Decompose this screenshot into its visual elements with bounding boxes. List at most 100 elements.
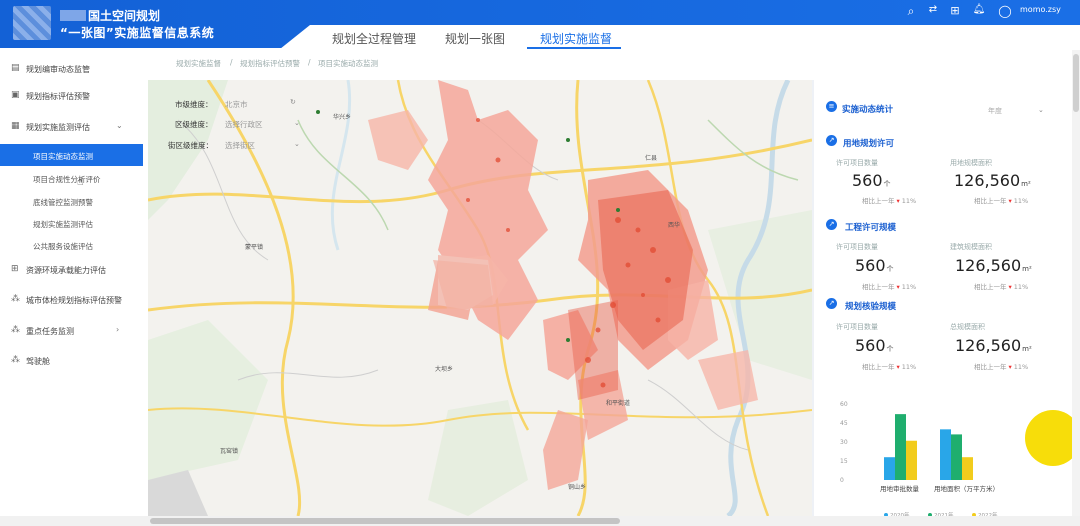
filter-block-select[interactable]: 选择街区 (225, 140, 255, 151)
app-window: 国土空间规划 “一张图”实施监督信息系统 ⌕ ⇄ ⊞ 🔔︎ ◯ momo.zsy… (0, 0, 1080, 526)
active-tab-indicator (527, 47, 621, 49)
year-select[interactable]: 年度 (988, 106, 1002, 116)
section-title: 工程许可规模 (845, 223, 897, 233)
nodes-icon: ⁂ (11, 325, 20, 335)
chart-bar (895, 414, 906, 480)
vertical-scrollbar[interactable] (1072, 50, 1080, 516)
stat-trend: 相比上一年 ▾ 11% (974, 283, 1029, 291)
map-place-label: 瓦窑镇 (220, 448, 239, 455)
map-place-label: 蒙平镇 (245, 244, 264, 251)
sidebar-subitem-public-service[interactable]: 公共服务设施评估 (0, 234, 143, 256)
chart-bar (962, 457, 973, 480)
filter-block-label: 街区级维度： (168, 141, 213, 150)
grid-icon[interactable]: ⊞ (948, 4, 962, 17)
stat-trend: 相比上一年 ▾ 11% (974, 363, 1029, 371)
map-view[interactable]: 蒙平镇 大坝乡 瓦窑镇 和平街道 仁县 西华 铜山乡 华兴乡 市级维度： 北京市… (148, 80, 812, 516)
stat-trend: 相比上一年 ▾ 11% (974, 197, 1029, 205)
scrollbar-thumb[interactable] (1073, 54, 1079, 112)
chevron-down-icon: ⌄ (116, 121, 123, 130)
horizontal-scrollbar[interactable] (0, 516, 1080, 526)
sidebar-subitem-project-dynamic[interactable]: 项目实施动态监测 (0, 144, 143, 166)
sidebar: ▤ 规划编审动态监管 ▣ 规划指标评估预警 ▦ 规划实施监测评估 ⌄ 项目实施动… (0, 50, 146, 526)
chevron-down-icon: ⌄ (294, 140, 300, 148)
system-title-line1: 国土空间规划 (60, 7, 160, 24)
chevron-down-icon: ⌄ (1038, 106, 1044, 114)
folder-icon: ▦ (11, 121, 20, 131)
tab-full-process[interactable]: 规划全过程管理 (332, 30, 416, 47)
stat-value: 560个 (852, 171, 891, 190)
mouse-cursor-icon: ☝ (77, 175, 84, 188)
sidebar-subitem-monitoring-eval[interactable]: 规划实施监测评估 (0, 212, 143, 234)
section-title: 规划核验规模 (845, 302, 897, 312)
section-title: 用地规划许可 (843, 139, 895, 149)
breadcrumb-item[interactable]: 规划实施监督 (176, 58, 221, 69)
breadcrumb-current: 项目实施动态监测 (318, 59, 378, 68)
user-icon[interactable]: ◯ (998, 4, 1012, 18)
filter-city-select[interactable]: 北京市 (225, 99, 248, 110)
chart-bar (940, 429, 951, 480)
sidebar-item-plan-review[interactable]: ▤ 规划编审动态监管 (0, 58, 146, 80)
chevron-right-icon: › (116, 325, 120, 334)
map-place-label: 铜山乡 (568, 484, 587, 491)
map-place-label: 华兴乡 (333, 114, 352, 121)
stat-label: 许可项目数量 (836, 243, 878, 251)
sidebar-item-key-tasks[interactable]: ⁂ 重点任务监测 › (0, 320, 146, 342)
map-place-label: 和平街道 (606, 400, 631, 407)
stat-trend: 相比上一年 ▾ 11% (862, 283, 917, 291)
stat-value: 560个 (855, 256, 894, 275)
y-tick-label: 0 (840, 477, 844, 484)
y-tick-label: 45 (840, 420, 848, 427)
stat-label: 许可项目数量 (836, 323, 878, 331)
breadcrumb-separator: / (308, 58, 311, 67)
stat-label: 用地规模面积 (950, 159, 992, 167)
stat-value: 126,560m² (955, 256, 1032, 275)
grid-icon: ⊞ (11, 264, 19, 274)
sidebar-item-resource-capacity[interactable]: ⊞ 资源环境承载能力评估 (0, 259, 146, 281)
stat-value: 126,560m² (954, 171, 1031, 190)
trend-icon: ↗ (826, 135, 837, 146)
doc-icon: ▤ (11, 63, 20, 73)
sidebar-item-cockpit[interactable]: ⁂ 驾驶舱 (0, 350, 146, 372)
stat-label: 建筑规模面积 (950, 243, 992, 251)
sidebar-subitem-baseline-warning[interactable]: 底线管控监测预警 (0, 190, 143, 212)
chart-bar (884, 457, 895, 480)
map-place-label: 大坝乡 (435, 366, 454, 373)
user-name[interactable]: momo.zsy (1020, 5, 1061, 14)
trend-icon: ↗ (826, 219, 837, 230)
filter-district-select[interactable]: 选择行政区 (225, 119, 263, 130)
trend-icon: ↗ (826, 298, 837, 309)
chevron-down-icon: ⌄ (294, 119, 300, 127)
y-tick-label: 60 (840, 401, 848, 408)
nodes-icon: ⁂ (11, 294, 20, 304)
search-icon[interactable]: ⌕ (904, 4, 918, 19)
breadcrumb-separator: / (230, 58, 233, 67)
map-place-label: 西华 (668, 222, 681, 229)
sidebar-item-implementation-monitoring[interactable]: ▦ 规划实施监测评估 ⌄ (0, 116, 146, 138)
x-tick-label: 用地面积（万平方米） (934, 484, 999, 493)
refresh-icon[interactable]: ↻ (290, 98, 296, 106)
sidebar-subitem-compliance[interactable]: 项目合规性分析评价 (0, 167, 143, 189)
scrollbar-thumb[interactable] (150, 518, 620, 524)
bar-chart-svg: 015304560用地审批数量用地面积（万平方米）2020年2021年2022年 (840, 401, 999, 519)
breadcrumb-item[interactable]: 规划指标评估预警 (240, 58, 300, 69)
y-tick-label: 15 (840, 458, 848, 465)
filter-district-label: 区级维度： (175, 120, 213, 129)
stat-value: 126,560m² (955, 336, 1032, 355)
stat-label: 总规模面积 (950, 323, 985, 331)
bar-chart: 015304560用地审批数量用地面积（万平方米）2020年2021年2022年 (840, 392, 1040, 520)
stat-trend: 相比上一年 ▾ 11% (862, 363, 917, 371)
tab-one-map[interactable]: 规划一张图 (445, 30, 505, 47)
sidebar-item-city-checkup[interactable]: ⁂ 城市体检规划指标评估预警 (0, 289, 146, 311)
bell-icon[interactable]: 🔔︎ (972, 4, 986, 15)
stat-trend: 相比上一年 ▾ 11% (862, 197, 917, 205)
stats-title: 实施动态统计 (842, 105, 894, 115)
chart-bar (951, 434, 962, 480)
stats-icon: ≡ (826, 101, 837, 112)
sidebar-item-indicator-warning[interactable]: ▣ 规划指标评估预警 (0, 85, 146, 107)
system-logo (13, 6, 51, 40)
monitor-icon: ▣ (11, 90, 20, 100)
tab-implementation-supervision[interactable]: 规划实施监督 (540, 30, 612, 47)
nodes-icon: ⁂ (11, 355, 20, 365)
y-tick-label: 30 (840, 439, 848, 446)
swap-icon[interactable]: ⇄ (926, 4, 940, 15)
